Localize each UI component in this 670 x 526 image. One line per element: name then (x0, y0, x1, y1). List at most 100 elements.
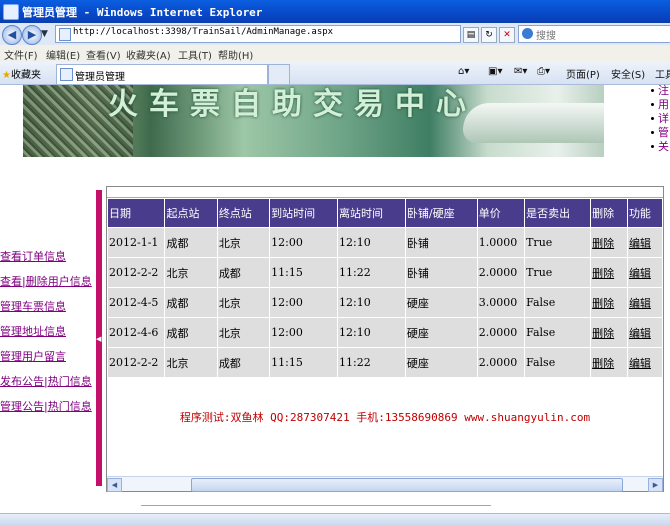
delete-link[interactable]: 删除 (592, 327, 614, 340)
cell-from: 成都 (164, 317, 218, 348)
cell-sold: False (524, 287, 592, 318)
cell-arrive: 12:00 (269, 287, 338, 318)
right-link[interactable]: 详 (648, 112, 670, 126)
favorites-button[interactable]: ★收藏夹 (2, 66, 41, 81)
page-menu[interactable]: 页面(P) (566, 66, 600, 81)
nav-manage-notice[interactable]: 管理公告|热门信息 (0, 398, 100, 423)
star-icon: ★ (2, 70, 11, 81)
stop-icon[interactable]: ✕ (499, 27, 515, 43)
nav-view-orders[interactable]: 查看订单信息 (0, 248, 100, 273)
cell-price: 2.0000 (476, 257, 526, 288)
scroll-thumb[interactable] (191, 478, 623, 492)
url-text: http://localhost:3398/TrainSail/AdminMan… (73, 27, 334, 37)
header-delete: 删除 (590, 198, 628, 228)
top-right-links: 注 用 详 管 关 (648, 84, 670, 154)
cell-arrive: 11:15 (269, 347, 338, 378)
right-link[interactable]: 管 (648, 126, 670, 140)
table-row: 2012-4-6 成都 北京 12:00 12:10 硬座 2.0000 Fal… (107, 317, 663, 348)
table-row: 2012-1-1 成都 北京 12:00 12:10 卧铺 1.0000 Tru… (107, 227, 663, 258)
back-button[interactable]: ◀ (2, 25, 22, 45)
cell-to: 成都 (216, 257, 271, 288)
address-bar: ◀ ▶ ▼ http://localhost:3398/TrainSail/Ad… (0, 23, 670, 46)
window-title: 管理员管理 - Windows Internet Explorer (22, 6, 263, 19)
cell-date: 2012-4-6 (107, 317, 166, 348)
edit-link[interactable]: 编辑 (629, 357, 651, 370)
history-dropdown-icon[interactable]: ▼ (41, 29, 48, 39)
cell-depart: 11:22 (337, 347, 406, 378)
delete-link[interactable]: 删除 (592, 297, 614, 310)
url-input[interactable]: http://localhost:3398/TrainSail/AdminMan… (55, 25, 461, 43)
cell-seat: 卧铺 (404, 227, 478, 258)
right-link[interactable]: 关 (648, 140, 670, 154)
cell-function: 编辑 (626, 257, 663, 288)
horizontal-scrollbar[interactable]: ◀ ▶ (107, 476, 663, 492)
grid-header-row: 日期 起点站 终点站 到站时间 离站时间 卧铺/硬座 单价 是否卖出 删除 功能 (107, 198, 663, 228)
cell-date: 2012-4-5 (107, 287, 166, 318)
nav-manage-users[interactable]: 查看|删除用户信息 (0, 273, 100, 298)
cell-price: 2.0000 (476, 317, 526, 348)
window-title-bar: 管理员管理 - Windows Internet Explorer (0, 0, 670, 23)
nav-manage-messages[interactable]: 管理用户留言 (0, 348, 100, 373)
compatibility-view-icon[interactable]: ▤ (463, 27, 479, 43)
new-tab-button[interactable] (268, 64, 290, 84)
edit-link[interactable]: 编辑 (629, 297, 651, 310)
search-input[interactable]: 搜搜 (518, 25, 670, 43)
cell-arrive: 12:00 (269, 227, 338, 258)
safety-menu[interactable]: 安全(S) (611, 66, 645, 81)
developer-info: 程序测试:双鱼林 QQ:287307421 手机:13558690869 www… (179, 411, 591, 424)
cell-arrive: 11:15 (269, 257, 338, 288)
feeds-icon[interactable]: ▣▾ (488, 66, 502, 77)
edit-link[interactable]: 编辑 (629, 267, 651, 280)
header-sold: 是否卖出 (524, 198, 592, 228)
right-link[interactable]: 用 (648, 98, 670, 112)
print-icon[interactable]: ⎙▾ (537, 66, 550, 77)
header-function: 功能 (626, 198, 663, 228)
home-icon[interactable]: ⌂▾ (458, 66, 469, 77)
menu-tools[interactable]: 工具(T) (178, 47, 212, 62)
edit-link[interactable]: 编辑 (629, 327, 651, 340)
menu-file[interactable]: 文件(F) (4, 47, 38, 62)
tab-admin[interactable]: 管理员管理 (56, 64, 268, 84)
header-to: 终点站 (216, 198, 271, 228)
nav-publish-notice[interactable]: 发布公告|热门信息 (0, 373, 100, 398)
menu-edit[interactable]: 编辑(E) (46, 47, 80, 62)
cell-from: 北京 (164, 347, 218, 378)
delete-link[interactable]: 删除 (592, 357, 614, 370)
cell-delete: 删除 (590, 287, 628, 318)
cell-to: 北京 (216, 227, 271, 258)
nav-manage-tickets[interactable]: 管理车票信息 (0, 298, 100, 323)
header-date: 日期 (107, 198, 166, 228)
menu-favorites[interactable]: 收藏夹(A) (126, 47, 171, 62)
bullet-icon (651, 144, 654, 148)
cell-to: 北京 (216, 287, 271, 318)
ie-page-icon (3, 4, 19, 20)
header-seat: 卧铺/硬座 (404, 198, 478, 228)
scroll-right-icon[interactable]: ▶ (648, 478, 663, 492)
banner-title: 火车票自助交易中心 (108, 87, 477, 122)
mail-icon[interactable]: ✉▾ (514, 66, 527, 77)
tools-menu[interactable]: 工具 (655, 66, 670, 81)
header-depart: 离站时间 (337, 198, 406, 228)
collapse-arrow-icon[interactable]: ◀ (96, 335, 102, 343)
cell-depart: 12:10 (337, 317, 406, 348)
delete-link[interactable]: 删除 (592, 267, 614, 280)
table-row: 2012-2-2 北京 成都 11:15 11:22 卧铺 2.0000 Tru… (107, 257, 663, 288)
scroll-left-icon[interactable]: ◀ (107, 478, 122, 492)
cell-depart: 12:10 (337, 227, 406, 258)
menu-view[interactable]: 查看(V) (86, 47, 121, 62)
frame-splitter[interactable]: ◀ (96, 190, 102, 486)
nav-manage-addresses[interactable]: 管理地址信息 (0, 323, 100, 348)
menu-help[interactable]: 帮助(H) (218, 47, 253, 62)
cell-sold: True (524, 257, 592, 288)
cell-to: 成都 (216, 347, 271, 378)
edit-link[interactable]: 编辑 (629, 237, 651, 250)
status-bar (0, 513, 670, 526)
delete-link[interactable]: 删除 (592, 237, 614, 250)
train-image (463, 103, 604, 143)
forward-button[interactable]: ▶ (22, 25, 42, 45)
page-icon (59, 28, 71, 41)
cell-function: 编辑 (626, 287, 663, 318)
favorites-label: 收藏夹 (10, 70, 41, 81)
refresh-icon[interactable]: ↻ (481, 27, 497, 43)
right-link[interactable]: 注 (648, 84, 670, 98)
